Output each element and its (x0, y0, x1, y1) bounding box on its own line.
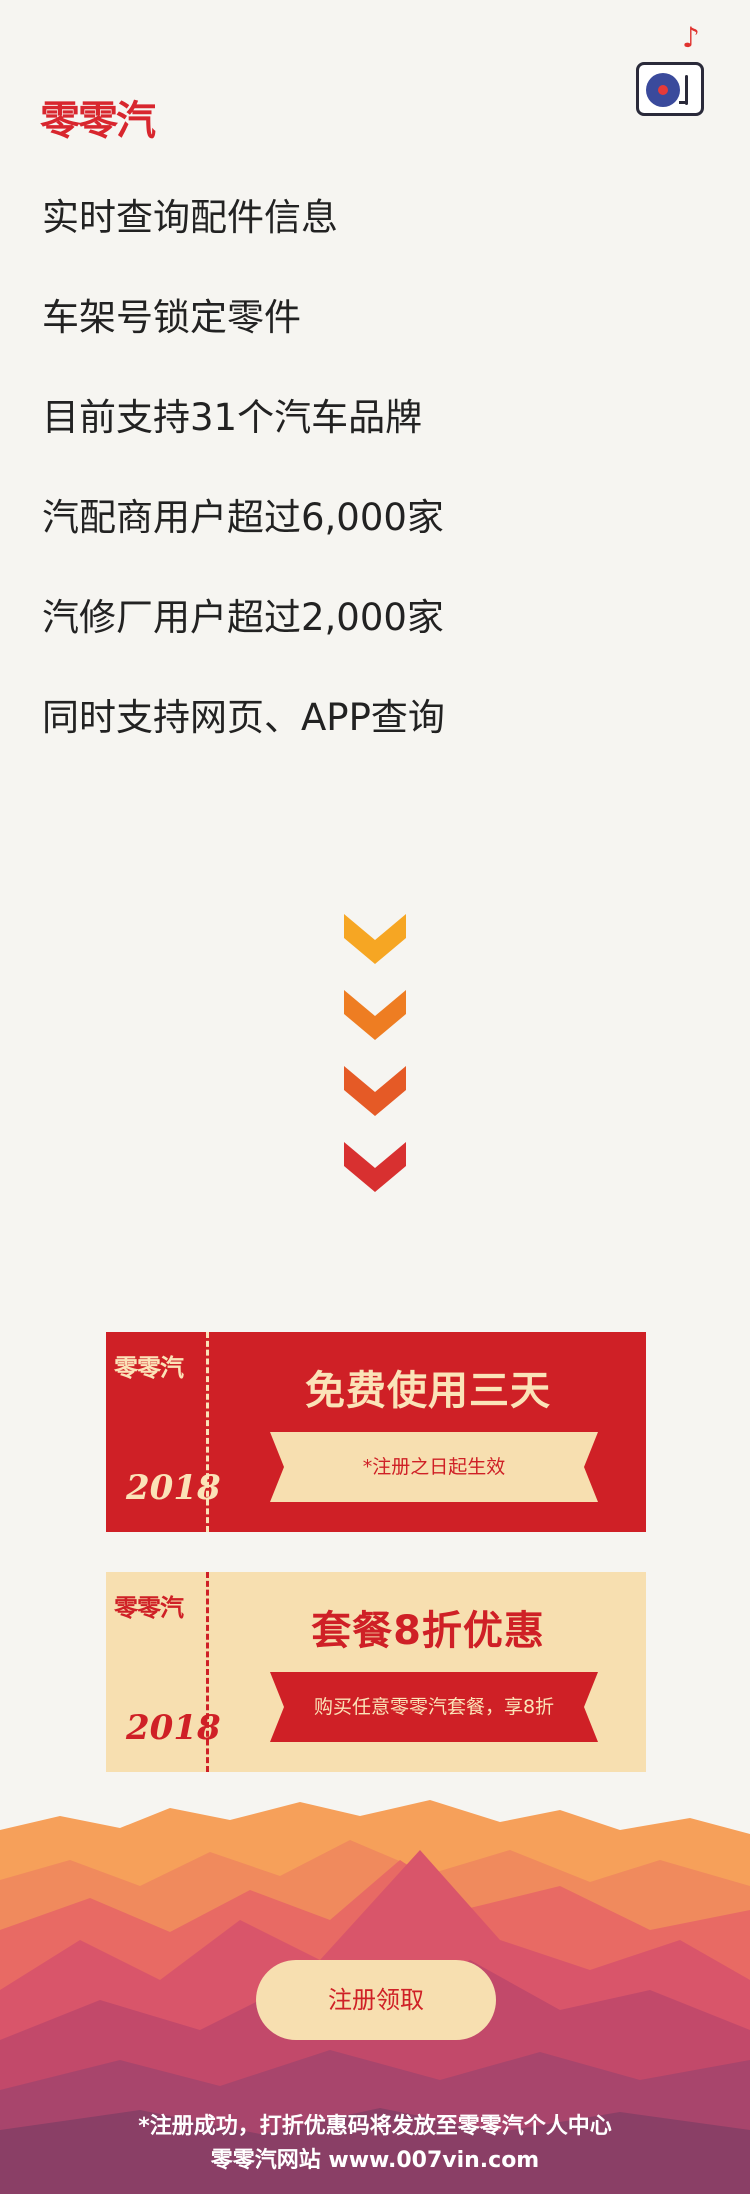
coupon-title: 套餐8折优惠 (311, 1608, 545, 1654)
footer-website: 零零汽网站 www.007vin.com (210, 2148, 540, 2173)
coupon-subtitle: 购买任意零零汽套餐，享8折 (313, 1696, 555, 1718)
chevron-down-icon (344, 1142, 406, 1192)
register-claim-button[interactable]: 注册领取 (256, 1960, 496, 2040)
coupon-divider (206, 1572, 209, 1772)
brand-logo: 零零汽 (40, 98, 156, 144)
feature-item: 汽配商用户超过6,000家 (42, 496, 444, 539)
music-toggle-button[interactable] (636, 62, 704, 116)
feature-item: 目前支持31个汽车品牌 (42, 396, 423, 439)
coupon-logo: 零零汽 (114, 1594, 184, 1622)
landing-page: 零零汽 ♪ 实时查询配件信息 车架号锁定零件 目前支持31个汽车品牌 汽配商用户… (0, 0, 750, 2194)
footer-note: *注册成功，打折优惠码将发放至零零汽个人中心 (138, 2114, 612, 2139)
coupon-divider (206, 1332, 209, 1532)
feature-list: 实时查询配件信息 车架号锁定零件 目前支持31个汽车品牌 汽配商用户超过6,00… (42, 190, 445, 790)
coupon-title: 免费使用三天 (305, 1368, 551, 1414)
music-note-icon: ♪ (682, 21, 700, 54)
coupon-package-discount: 零零汽 2018 套餐8折优惠 购买任意零零汽套餐，享8折 (106, 1572, 646, 1772)
feature-item: 同时支持网页、APP查询 (42, 696, 445, 739)
coupon-free-trial: 零零汽 2018 免费使用三天 *注册之日起生效 (106, 1332, 646, 1532)
feature-item: 车架号锁定零件 (42, 296, 301, 339)
chevron-down-icon (344, 914, 406, 964)
feature-item: 汽修厂用户超过2,000家 (42, 596, 444, 639)
chevron-down-icon (344, 1066, 406, 1116)
feature-item: 实时查询配件信息 (42, 196, 338, 239)
chevron-down-icon (344, 990, 406, 1040)
coupon-subtitle: *注册之日起生效 (362, 1456, 506, 1478)
coupon-logo: 零零汽 (114, 1354, 184, 1382)
record-player-icon (646, 73, 680, 107)
